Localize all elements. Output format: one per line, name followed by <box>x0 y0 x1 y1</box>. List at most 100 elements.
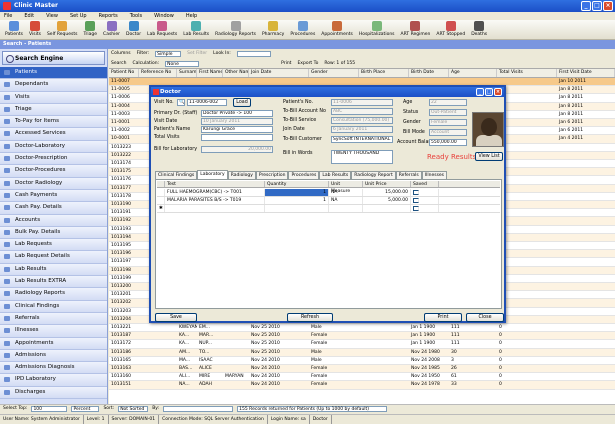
sidebar-item-ipd-laboratory[interactable]: IPD Laboratory <box>0 374 107 387</box>
select-top-input[interactable]: 100 <box>31 406 68 412</box>
sidebar-item-visits[interactable]: Visits <box>0 91 107 104</box>
primary-dr-select[interactable]: Doctor Private -> 100 <box>201 110 273 117</box>
menu-item-help[interactable]: Help <box>186 12 197 20</box>
sidebar-item-referrals[interactable]: Referrals <box>0 312 107 326</box>
sidebar-item-lab-request-details[interactable]: Lab Request Details <box>0 251 107 264</box>
save-button[interactable]: Save <box>155 313 197 322</box>
toolbar-radiology-reports-button[interactable]: Radiology Reports <box>212 20 259 39</box>
sidebar-item-cash-pay-details[interactable]: Cash Pay. Details <box>0 202 107 215</box>
search-button[interactable]: Search <box>111 61 126 66</box>
grid-column-header[interactable]: Reference No <box>139 69 177 77</box>
maximize-button[interactable]: □ <box>592 1 602 11</box>
grid-column-header[interactable]: Gender <box>309 69 359 77</box>
sidebar-item-doctor-prescription[interactable]: Doctor-Prescription <box>0 153 107 166</box>
columns-button[interactable]: Columns <box>111 51 131 57</box>
percent-select[interactable]: Percent <box>71 406 100 412</box>
lab-row[interactable]: MALARIA PARASITES B/S -> T019 1 NA 5,000.00 <box>157 197 500 205</box>
visit-no-search-icon[interactable]: 🔍 <box>177 99 185 106</box>
grid-column-header[interactable]: Patient No <box>109 69 139 77</box>
filter-select[interactable]: Simple <box>155 51 182 57</box>
lab-empty-cell[interactable] <box>265 205 329 212</box>
load-button[interactable]: Load <box>233 98 251 107</box>
close-dialog-button[interactable]: Close <box>466 313 504 322</box>
grid-column-header[interactable]: Other Name <box>223 69 249 77</box>
tab-laboratory[interactable]: Laboratory <box>197 170 228 179</box>
sidebar-item-lab-results[interactable]: Lab Results <box>0 263 107 277</box>
saved-checkbox[interactable] <box>413 198 419 203</box>
lab-empty-cell[interactable] <box>411 205 439 212</box>
sidebar-item-bulk-pay-details[interactable]: Bulk Pay. Details <box>0 226 107 240</box>
menu-item-window[interactable]: Window <box>154 12 174 20</box>
print-button[interactable]: Print <box>281 61 291 66</box>
calculation-select[interactable]: None <box>165 61 200 67</box>
sidebar-item-admissions[interactable]: Admissions <box>0 349 107 363</box>
menu-item-file[interactable]: File <box>4 12 12 20</box>
toolbar-doctor-button[interactable]: Doctor <box>123 20 144 39</box>
sidebar-item-discharges[interactable]: Discharges <box>0 386 107 400</box>
sidebar-item-appointments[interactable]: Appointments <box>0 337 107 350</box>
grid-column-header[interactable]: Birth Date <box>409 69 449 77</box>
sidebar-item-doctor-procedures[interactable]: Doctor-Procedures <box>0 165 107 178</box>
grid-column-header[interactable]: Total Visits <box>497 69 557 77</box>
sort-select[interactable]: Not Sorted <box>118 406 149 412</box>
menu-item-view[interactable]: View <box>46 12 58 20</box>
dialog-minimize-button[interactable]: _ <box>476 88 484 96</box>
toolbar-deaths-button[interactable]: Deaths <box>468 20 490 39</box>
table-row[interactable]: 1013221 KWEYAMBA Y...EM... Nov 25 2010 Male… <box>109 324 615 333</box>
grid-column-header[interactable]: Birth Place <box>359 69 409 77</box>
toolbar-pharmacy-button[interactable]: Pharmacy <box>259 20 287 39</box>
menu-item-tools[interactable]: Tools <box>130 12 142 20</box>
sidebar-item-doctor-laboratory[interactable]: Doctor-Laboratory <box>0 140 107 154</box>
sidebar-item-radiology-reports[interactable]: Radiology Reports <box>0 288 107 301</box>
toolbar-hospitalizations-button[interactable]: Hospitalizations <box>356 20 398 39</box>
grid-column-header[interactable]: Age <box>449 69 497 77</box>
toolbar-patients-button[interactable]: Patients <box>2 20 26 39</box>
table-row[interactable]: 1013160 ALI... MIRE MARYAN Nov 24 2010 Female… <box>109 373 615 382</box>
menu-item-reports[interactable]: Reports <box>99 12 118 20</box>
toolbar-appointments-button[interactable]: Appointments <box>318 20 356 39</box>
dialog-maximize-button[interactable]: □ <box>485 88 493 96</box>
sidebar-item-admissions-diagnosis[interactable]: Admissions Diagnosis <box>0 362 107 375</box>
toolbar-lab-requests-button[interactable]: Lab Requests <box>144 20 180 39</box>
lab-new-row[interactable]: ✱ <box>157 205 500 213</box>
grid-column-header[interactable]: First Visit Date <box>557 69 615 77</box>
toolbar-cashier-button[interactable]: Cashier <box>100 20 123 39</box>
minimize-button[interactable]: _ <box>581 1 591 11</box>
saved-checkbox[interactable] <box>413 190 419 195</box>
sidebar-item-to-pay-for-items[interactable]: To-Pay for Items <box>0 116 107 129</box>
sidebar-item-illnesses[interactable]: Illnesses <box>0 325 107 338</box>
toolbar-lab-results-button[interactable]: Lab Results <box>180 20 212 39</box>
view-list-button[interactable]: View List <box>475 152 503 161</box>
sidebar-item-cash-payments[interactable]: Cash Payments <box>0 189 107 203</box>
toolbar-visits-button[interactable]: Visits <box>26 20 44 39</box>
sidebar-item-lab-requests[interactable]: Lab Requests <box>0 239 107 252</box>
grid-column-header[interactable]: First Name <box>197 69 223 77</box>
visit-no-input[interactable]: 11-0006-002 <box>187 99 227 106</box>
table-row[interactable]: 1013172 KA... NUP... Nov 25 2010 Female Jan 1… <box>109 340 615 349</box>
sidebar-item-accessed-services[interactable]: Accessed Services <box>0 128 107 141</box>
saved-checkbox[interactable] <box>413 206 419 211</box>
toolbar-procedures-button[interactable]: Procedures <box>287 20 318 39</box>
menu-item-edit[interactable]: Edit <box>24 12 34 20</box>
lab-empty-cell[interactable] <box>363 205 411 212</box>
grid-column-header[interactable]: Surname <box>177 69 197 77</box>
sidebar-item-lab-results-extra[interactable]: Lab Results EXTRA <box>0 276 107 289</box>
lab-empty-cell[interactable] <box>165 205 265 212</box>
close-button[interactable]: × <box>603 1 613 11</box>
table-row[interactable]: 1013186 AM... TO... Nov 25 2010 Male Nov 24 1… <box>109 348 615 357</box>
look-in-select[interactable] <box>236 51 271 57</box>
lab-cell-qty[interactable]: 1 <box>265 197 329 204</box>
table-row[interactable]: 1013163 BAS... ALICE Nov 24 2010 Female Nov 2… <box>109 365 615 374</box>
sidebar-item-patients[interactable]: Patients <box>0 67 107 80</box>
sidebar-item-dependants[interactable]: Dependants <box>0 79 107 92</box>
toolbar-triage-button[interactable]: Triage <box>80 20 100 39</box>
lab-empty-cell[interactable] <box>329 205 363 212</box>
sidebar-item-accounts[interactable]: Accounts <box>0 214 107 227</box>
menu-item-set-up[interactable]: Set Up <box>70 12 87 20</box>
sidebar-item-clinical-findings[interactable]: Clinical Findings <box>0 300 107 313</box>
print-button-dialog[interactable]: Print <box>424 313 462 322</box>
sidebar-item-triage[interactable]: Triage <box>0 103 107 117</box>
dialog-close-button[interactable]: × <box>494 88 502 96</box>
toolbar-art-regimen-button[interactable]: ART Regimen <box>398 20 434 39</box>
grid-column-header[interactable]: Join Date <box>249 69 309 77</box>
